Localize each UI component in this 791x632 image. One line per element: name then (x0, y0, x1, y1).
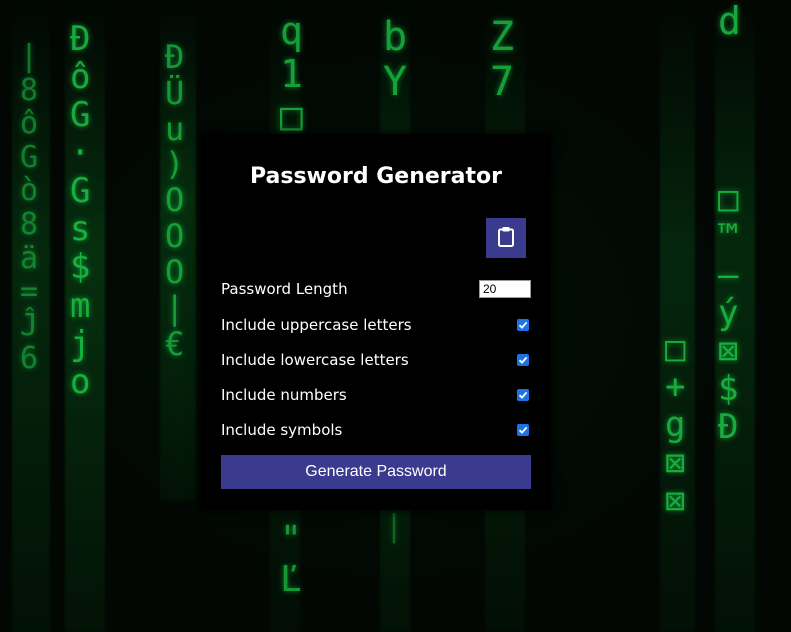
uppercase-checkbox[interactable] (517, 319, 529, 331)
checkmark-icon (518, 321, 528, 329)
numbers-row: Include numbers (221, 384, 531, 406)
symbols-label: Include symbols (221, 421, 343, 439)
length-row: Password Length (221, 278, 531, 300)
symbols-row: Include symbols (221, 419, 531, 441)
uppercase-row: Include uppercase letters (221, 314, 531, 336)
checkmark-icon (518, 391, 528, 399)
password-generator-card: Password Generator Password Length Inclu… (201, 134, 551, 510)
length-label: Password Length (221, 280, 348, 298)
numbers-label: Include numbers (221, 386, 347, 404)
lowercase-row: Include lowercase letters (221, 349, 531, 371)
lowercase-checkbox[interactable] (517, 354, 529, 366)
numbers-checkbox[interactable] (517, 389, 529, 401)
checkmark-icon (518, 426, 528, 434)
copy-to-clipboard-button[interactable] (486, 218, 526, 258)
generate-password-button[interactable]: Generate Password (221, 455, 531, 489)
symbols-checkbox[interactable] (517, 424, 529, 436)
page-title: Password Generator (249, 164, 502, 189)
clipboard-icon (497, 226, 515, 251)
uppercase-label: Include uppercase letters (221, 316, 412, 334)
length-input[interactable] (479, 280, 531, 298)
checkmark-icon (518, 356, 528, 364)
lowercase-label: Include lowercase letters (221, 351, 409, 369)
